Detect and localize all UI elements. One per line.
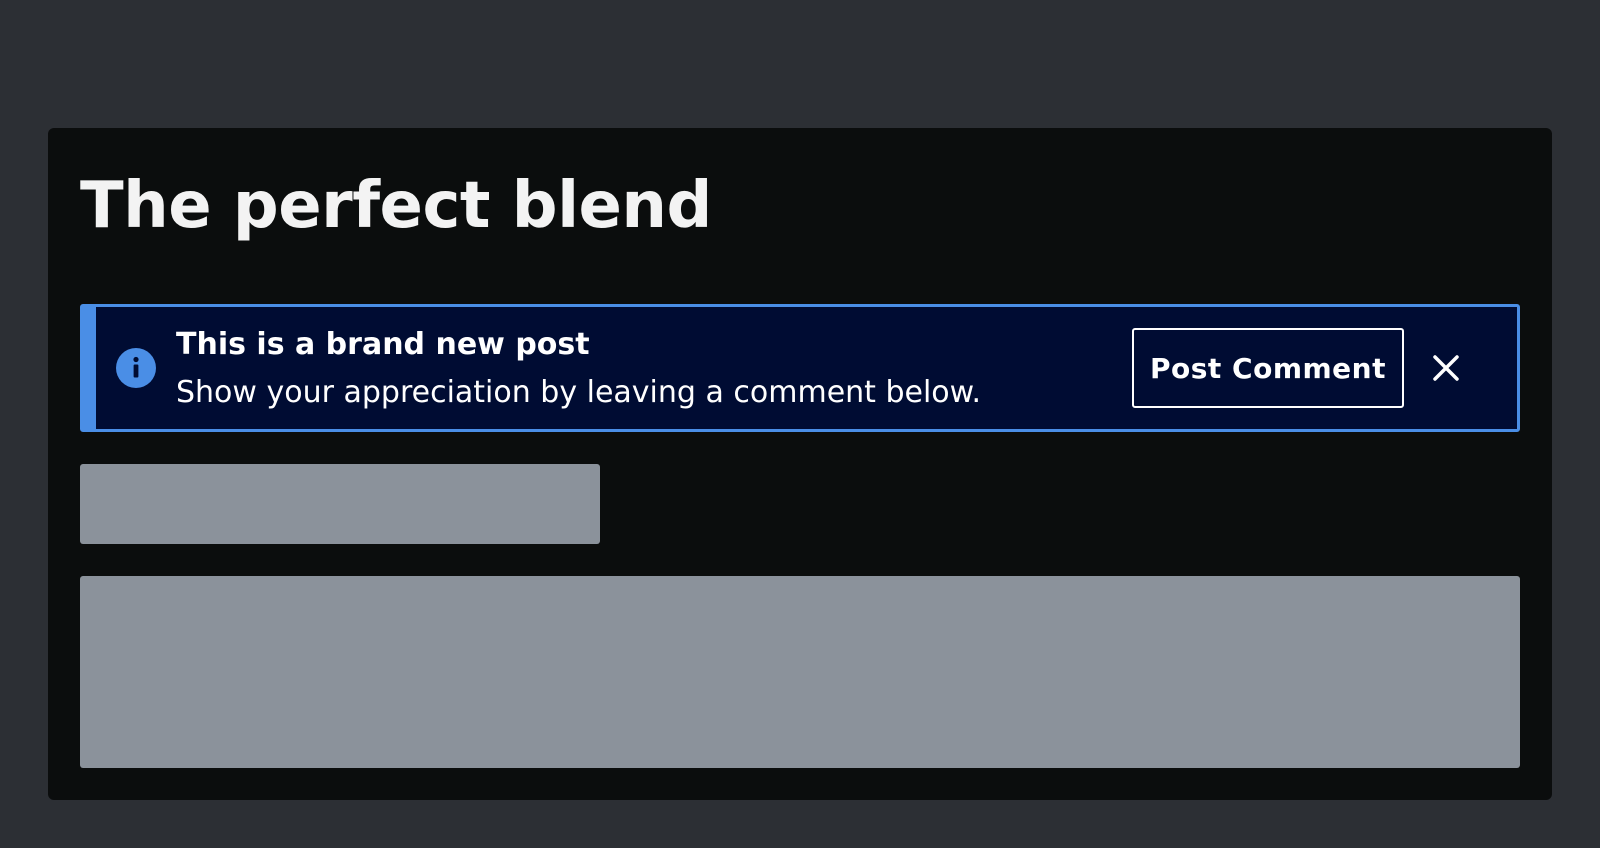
info-icon xyxy=(116,348,156,388)
info-banner: This is a brand new post Show your appre… xyxy=(80,304,1520,432)
page-title: The perfect blend xyxy=(80,169,712,243)
skeleton-content-placeholder xyxy=(80,576,1520,768)
post-comment-button[interactable]: Post Comment xyxy=(1132,328,1404,408)
banner-title: This is a brand new post xyxy=(176,327,590,362)
close-button[interactable] xyxy=(1422,344,1470,392)
skeleton-heading-placeholder xyxy=(80,464,600,544)
close-icon xyxy=(1422,344,1470,392)
banner-text: This is a brand new post Show your appre… xyxy=(176,327,981,411)
post-card: The perfect blend This is a brand new po… xyxy=(48,128,1552,800)
banner-message: Show your appreciation by leaving a comm… xyxy=(176,375,981,410)
